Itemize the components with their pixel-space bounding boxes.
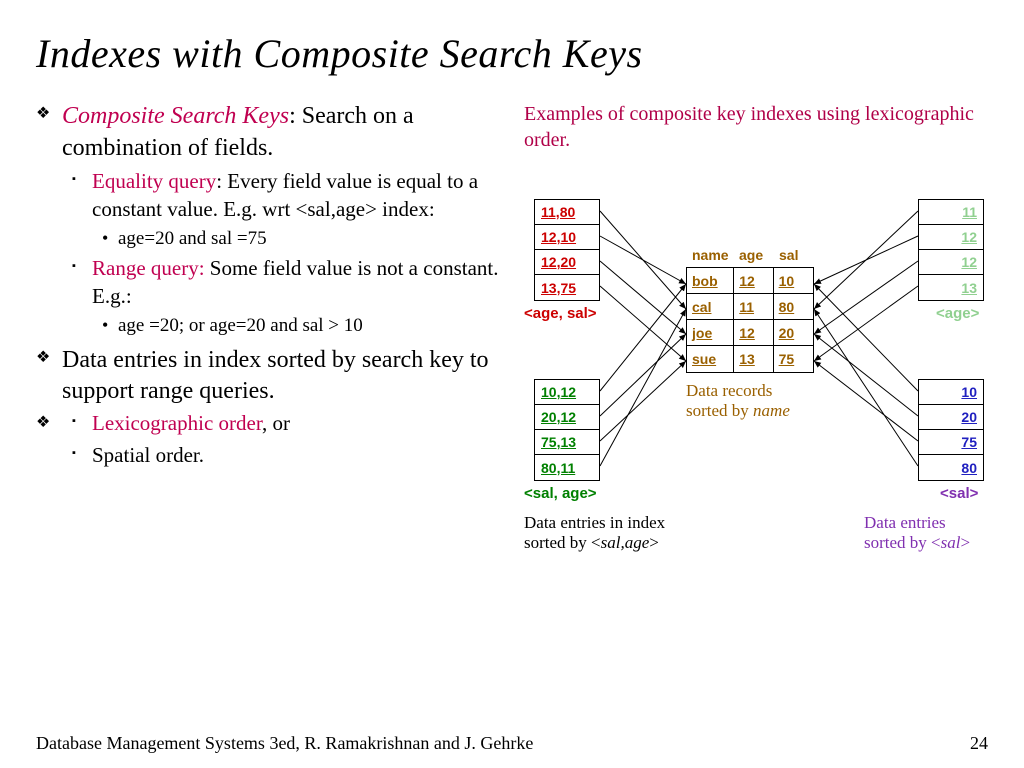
label-sal-age: <sal, age>: [524, 485, 597, 502]
label-age-sal: <age, sal>: [524, 305, 597, 322]
bullet-range-example: age =20; or age=20 and sal > 10: [92, 313, 506, 339]
center-table: bob 12 10 cal 11 80 joe 12 20: [686, 267, 814, 373]
index-age-sal: 11,80 12,10 12,20 13,75: [534, 199, 600, 301]
bullet-accent: Lexicographic order: [92, 411, 262, 435]
bullet-text: , or: [262, 411, 290, 435]
index-row: 12: [919, 225, 983, 250]
index-row: 13,75: [535, 275, 599, 300]
index-sal-age: 10,12 20,12 75,13 80,11: [534, 379, 600, 481]
index-row: 20: [919, 405, 983, 430]
label-sal: <sal>: [940, 485, 978, 502]
table-row: bob 12 10: [687, 268, 813, 294]
examples-header: Examples of composite key indexes using …: [524, 101, 994, 153]
center-caption: Data records sorted by name: [686, 381, 790, 422]
bullet-composite: Composite Search Keys: Search on a combi…: [36, 101, 506, 339]
slide-footer: Database Management Systems 3ed, R. Rama…: [36, 733, 988, 754]
index-row: 80: [919, 455, 983, 480]
index-row: 12: [919, 250, 983, 275]
bottom-right-caption: Data entries sorted by <sal>: [864, 513, 970, 554]
center-hdr-age: age: [739, 247, 763, 263]
index-sal: 10 20 75 80: [918, 379, 984, 481]
index-row: 80,11: [535, 455, 599, 480]
bottom-left-caption: Data entries in index sorted by <sal,age…: [524, 513, 665, 554]
table-row: cal 11 80: [687, 294, 813, 320]
bullet-data-entries: Data entries in index sorted by search k…: [36, 345, 506, 408]
index-age: 11 12 12 13: [918, 199, 984, 301]
footer-source: Database Management Systems 3ed, R. Rama…: [36, 733, 533, 754]
left-column: Composite Search Keys: Search on a combi…: [36, 101, 506, 639]
bullet-accent: Equality query: [92, 169, 216, 193]
index-row: 12,20: [535, 250, 599, 275]
center-hdr-sal: sal: [779, 247, 798, 263]
index-row: 11,80: [535, 200, 599, 225]
slide-title: Indexes with Composite Search Keys: [36, 30, 988, 77]
label-age: <age>: [936, 305, 979, 322]
right-column: Examples of composite key indexes using …: [524, 101, 994, 639]
bullet-spatial: Spatial order.: [62, 442, 506, 470]
index-row: 10,12: [535, 380, 599, 405]
table-row: joe 12 20: [687, 320, 813, 346]
index-row: 12,10: [535, 225, 599, 250]
bullet-accent: Range query:: [92, 256, 205, 280]
bullet-lex: Lexicographic order, or: [62, 410, 506, 438]
bullet-range: Range query: Some field value is not a c…: [62, 255, 506, 338]
bullet-eq-example: age=20 and sal =75: [92, 226, 506, 252]
index-row: 20,12: [535, 405, 599, 430]
index-row: 75: [919, 430, 983, 455]
center-hdr-name: name: [692, 247, 729, 263]
index-row: 11: [919, 200, 983, 225]
bullet-equality: Equality query: Every field value is equ…: [62, 168, 506, 251]
table-row: sue 13 75: [687, 346, 813, 372]
index-row: 10: [919, 380, 983, 405]
index-row: 13: [919, 275, 983, 300]
page-number: 24: [970, 733, 988, 754]
index-row: 75,13: [535, 430, 599, 455]
bullet-hold: Lexicographic order, or Spatial order.: [36, 410, 506, 469]
bullet-accent: Composite Search Keys: [62, 103, 289, 129]
composite-key-diagram: 11,80 12,10 12,20 13,75 <age, sal> 10,12…: [524, 169, 994, 639]
